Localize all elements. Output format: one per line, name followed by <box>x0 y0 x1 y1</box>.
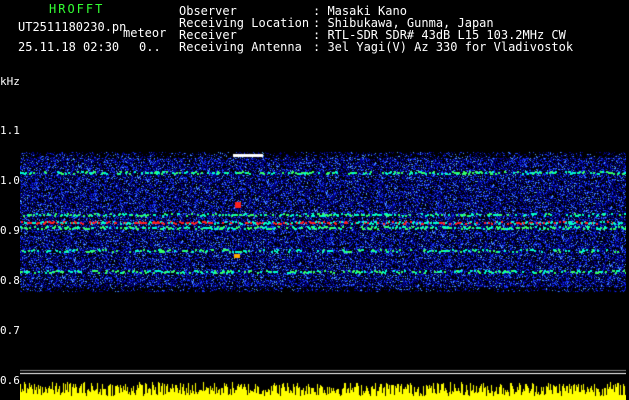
mode-label: meteor <box>123 26 167 40</box>
frequency-unit: kHz <box>0 75 20 88</box>
spectrogram <box>20 64 626 400</box>
y-label: 0.6 <box>0 374 20 387</box>
file-name: UT2511180230.pn <box>18 20 127 34</box>
y-label: 0.9 <box>0 224 20 237</box>
brand-title: HROFFT <box>49 2 105 16</box>
y-label: 1.0 <box>0 174 20 187</box>
timestamp: 25.11.18 02:30 <box>18 40 120 54</box>
status-flag: 0.. <box>139 40 161 54</box>
antenna-value: : 3el Yagi(V) Az 330 for Vladivostok <box>313 40 574 54</box>
y-label: 0.7 <box>0 324 20 337</box>
antenna-label: Receiving Antenna <box>179 40 302 54</box>
y-label: 1.1 <box>0 124 20 137</box>
y-label: 0.8 <box>0 274 20 287</box>
